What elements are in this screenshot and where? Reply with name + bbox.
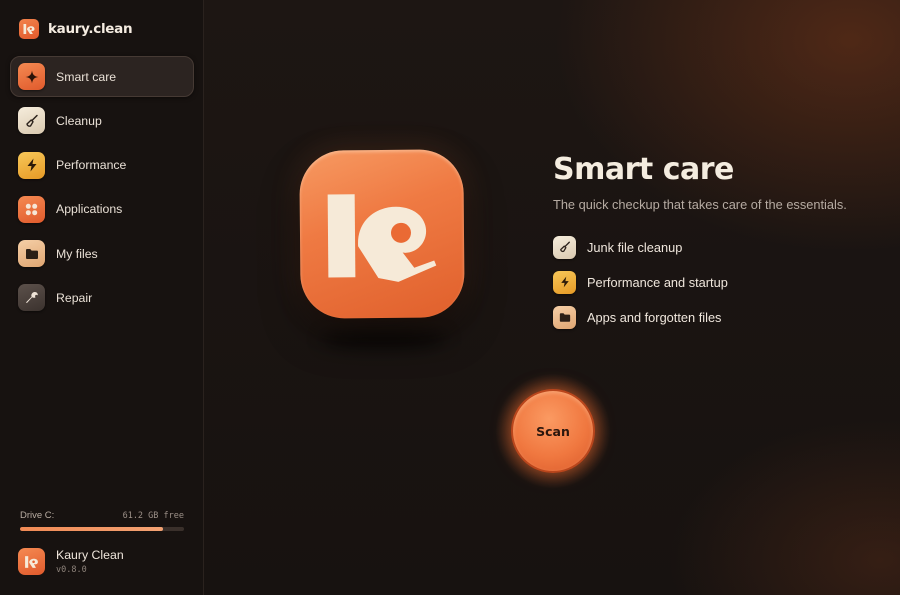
broom-icon bbox=[553, 235, 576, 259]
sidebar-item-smart-care[interactable]: Smart care bbox=[10, 56, 194, 97]
feature-performance: Performance and startup bbox=[553, 270, 728, 294]
sidebar-item-my-files[interactable]: My files bbox=[10, 233, 194, 274]
sidebar-item-label: Applications bbox=[56, 202, 123, 217]
sidebar-item-cleanup[interactable]: Cleanup bbox=[10, 100, 194, 141]
scan-label: Scan bbox=[536, 423, 570, 439]
feature-list: Junk file cleanup Performance and startu… bbox=[553, 235, 728, 340]
app-version: v0.8.0 bbox=[56, 565, 87, 575]
sidebar-item-label: Smart care bbox=[56, 69, 117, 84]
sidebar-item-label: Performance bbox=[56, 158, 127, 173]
folder-icon bbox=[553, 305, 576, 329]
drive-usage: Drive C: 61.2 GB free bbox=[20, 510, 184, 531]
hero-shadow bbox=[322, 330, 446, 348]
hero-logo-icon bbox=[299, 149, 465, 319]
app-logo-icon bbox=[18, 548, 45, 575]
page-title: Smart care bbox=[553, 152, 734, 187]
feature-junk-cleanup: Junk file cleanup bbox=[553, 235, 728, 259]
bolt-icon bbox=[18, 151, 45, 179]
sidebar-item-performance[interactable]: Performance bbox=[10, 145, 194, 186]
bolt-icon bbox=[553, 270, 576, 294]
feature-label: Apps and forgotten files bbox=[587, 309, 722, 325]
sparkle-icon bbox=[18, 63, 45, 90]
feature-label: Performance and startup bbox=[587, 274, 728, 290]
drive-free-space: 61.2 GB free bbox=[122, 511, 184, 521]
app-name: Kaury Clean bbox=[56, 548, 124, 562]
page-subtitle: The quick checkup that takes care of the… bbox=[553, 197, 847, 212]
sidebar-item-label: My files bbox=[56, 246, 98, 261]
sidebar-nav: Smart care Cleanup Performance Applicati… bbox=[10, 56, 194, 322]
broom-icon bbox=[18, 107, 45, 135]
feature-apps-files: Apps and forgotten files bbox=[553, 305, 728, 329]
brand: kaury.clean bbox=[19, 19, 133, 39]
sidebar-item-applications[interactable]: Applications bbox=[10, 189, 194, 230]
sidebar-item-label: Repair bbox=[56, 290, 93, 305]
scan-button[interactable]: Scan bbox=[511, 389, 595, 473]
brand-logo-icon bbox=[19, 19, 39, 39]
app-window: kaury.clean Smart care Cleanup Performan… bbox=[0, 0, 900, 595]
app-profile: Kaury Clean v0.8.0 bbox=[18, 548, 124, 575]
grid-icon bbox=[18, 195, 45, 223]
wrench-icon bbox=[18, 284, 45, 312]
folder-icon bbox=[18, 240, 45, 268]
brand-name: kaury.clean bbox=[48, 21, 133, 37]
feature-label: Junk file cleanup bbox=[587, 239, 683, 255]
sidebar: kaury.clean Smart care Cleanup Performan… bbox=[0, 0, 204, 595]
sidebar-item-label: Cleanup bbox=[56, 113, 102, 128]
drive-label: Drive C: bbox=[20, 510, 55, 521]
sidebar-item-repair[interactable]: Repair bbox=[10, 277, 194, 318]
drive-usage-fill bbox=[20, 527, 163, 531]
drive-usage-bar bbox=[20, 527, 184, 531]
